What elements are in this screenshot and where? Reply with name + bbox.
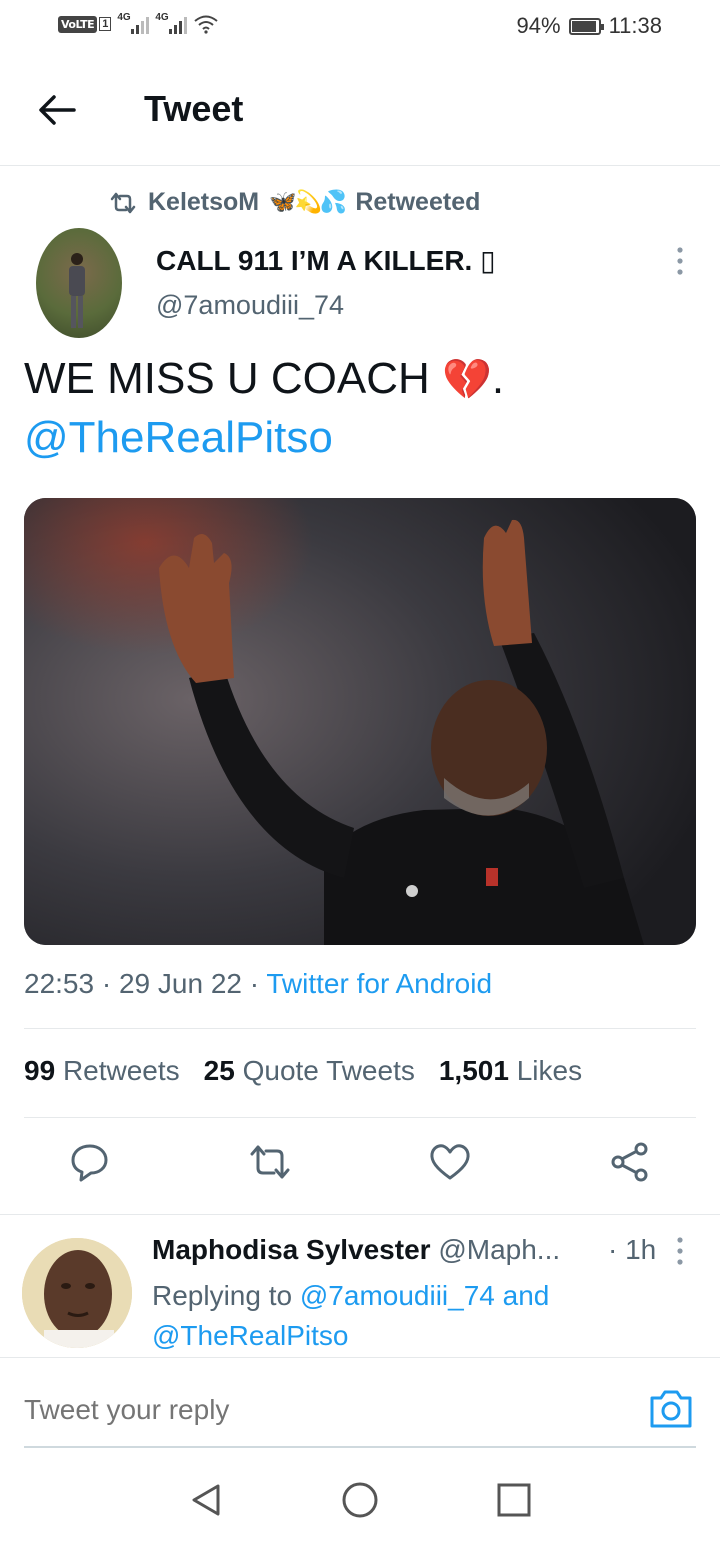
signal-icon: 4G [117,12,150,34]
page-title: Tweet [144,88,244,129]
replying-and: and [502,1280,550,1311]
retweets-count: 99 [24,1055,56,1086]
replying-to: Replying to @7amoudiii_74 and @TheRealPi… [152,1276,672,1356]
replying-mention-2[interactable]: @TheRealPitso [152,1320,349,1351]
retweets-stat[interactable]: 99 Retweets [24,1055,180,1087]
retweeter-emojis: 🦋💫💦 [269,190,347,215]
retweets-label: Retweets [62,1055,180,1086]
tweet-mention-link[interactable]: @TheRealPitso [24,413,333,462]
likes-label: Likes [516,1055,583,1086]
camera-icon[interactable] [648,1386,694,1430]
retweeted-label: Retweeted [355,188,481,216]
reply-icon[interactable] [68,1140,112,1184]
reply-input[interactable] [24,1390,584,1430]
tweet-time: 22:53 [24,968,95,999]
reply-author-handle: @Maph... [438,1234,561,1265]
avatar-person [69,253,85,328]
divider [0,1357,720,1358]
tweet-source-link[interactable]: Twitter for Android [266,968,492,999]
likes-count: 1,501 [438,1055,509,1086]
like-icon[interactable] [428,1140,472,1184]
tweet-actions [0,1140,720,1190]
reply-header[interactable]: Maphodisa Sylvester @Maph... [152,1234,560,1266]
author-handle[interactable]: @7amoudiii_74 [156,290,344,321]
tweet-meta: 22:53 · 29 Jun 22 · Twitter for Android [24,968,493,999]
arrow-left-icon[interactable] [36,92,76,128]
battery-percent: 94% [516,13,561,38]
author-name[interactable]: CALL 911 I’M A KILLER. ▯ [156,244,496,277]
retweeter-name: KeletsoM [148,188,260,216]
more-options-icon[interactable] [672,246,688,276]
reply-time: · 1h [608,1234,657,1265]
sim-number: 1 [99,17,112,31]
nav-recents-icon[interactable] [494,1480,534,1520]
clock: 11:38 [608,13,662,38]
tweet-body-end: . [491,354,505,403]
avatar-face [22,1238,132,1348]
divider [24,1117,696,1118]
photo-coach-waving [24,498,696,945]
replying-prefix: Replying to [152,1280,293,1311]
input-underline [24,1446,696,1448]
broken-heart-emoji: 💔 [442,357,492,403]
author-avatar[interactable] [36,228,122,338]
more-options-icon[interactable] [672,1236,688,1266]
status-left: VoLTE 1 4G 4G [58,12,219,34]
reply-author-name: Maphodisa Sylvester [152,1234,431,1265]
quotes-label: Quote Tweets [242,1055,415,1086]
tweet-photo[interactable] [24,498,696,945]
retweet-icon[interactable] [248,1140,292,1184]
tweet-text: WE MISS U COACH 💔. @TheRealPitso [24,350,694,467]
reply-avatar[interactable] [22,1238,132,1348]
system-nav-bar [0,1460,720,1541]
divider [24,1028,696,1029]
battery-icon [568,17,604,35]
replying-mention-1[interactable]: @7amoudiii_74 [300,1280,495,1311]
nav-back-icon[interactable] [186,1480,226,1520]
network-label-2: 4G [155,12,169,23]
wifi-icon [194,15,218,34]
quotes-count: 25 [203,1055,235,1086]
nav-home-icon[interactable] [340,1480,380,1520]
share-icon[interactable] [608,1140,652,1184]
network-label: 4G [117,12,131,23]
likes-stat[interactable]: 1,501 Likes [439,1055,582,1087]
divider [0,1214,720,1215]
volte-badge: VoLTE [58,15,98,33]
signal-icon-2: 4G [155,12,188,34]
tweet-body: WE MISS U COACH [24,354,443,403]
status-right: 94% 11:38 [517,13,662,39]
retweet-context[interactable]: KeletsoM 🦋💫💦 Retweeted [108,188,480,217]
status-bar: VoLTE 1 4G 4G 94% 11:38 [0,0,720,54]
quotes-stat[interactable]: 25 Quote Tweets [204,1055,415,1087]
top-app-bar: Tweet [0,54,720,166]
tweet-date: 29 Jun 22 [118,968,242,999]
tweet-stats: 99 Retweets 25 Quote Tweets 1,501 Likes [24,1055,582,1087]
retweet-small-icon [110,192,136,213]
